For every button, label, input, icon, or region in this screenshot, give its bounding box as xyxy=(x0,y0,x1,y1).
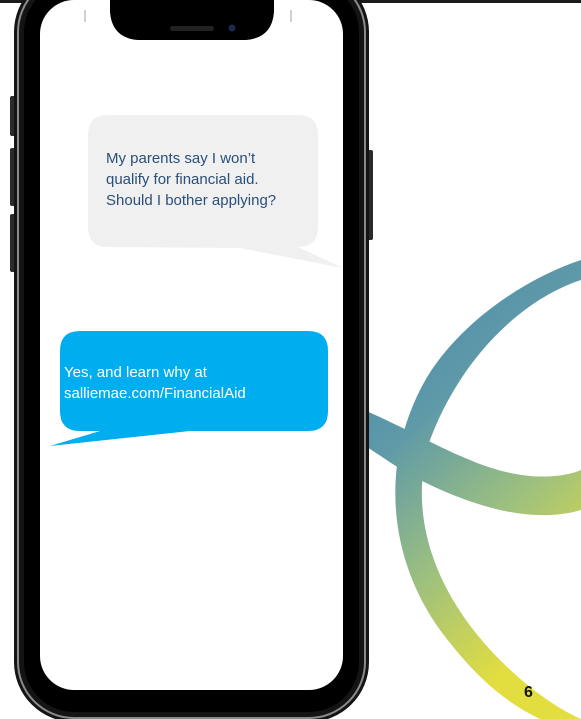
incoming-message-text: My parents say I won’t qualify for finan… xyxy=(106,150,277,209)
phone-device xyxy=(10,0,373,719)
page-number: 6 xyxy=(524,684,533,701)
status-bar-mark xyxy=(290,10,292,22)
phone-speaker xyxy=(170,26,214,31)
phone-camera-icon xyxy=(228,24,236,32)
status-bar-mark xyxy=(84,10,86,22)
outgoing-message-text: Yes, and learn why at salliemae.com/Fina… xyxy=(64,364,246,402)
phone-notch xyxy=(110,0,274,40)
